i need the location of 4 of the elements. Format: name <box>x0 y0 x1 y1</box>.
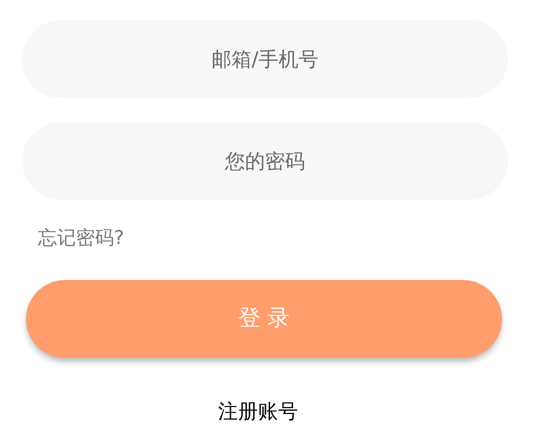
forgot-password-link[interactable]: 忘记密码? <box>38 224 124 252</box>
input-field[interactable]: 您的密码 <box>22 122 508 200</box>
input-field[interactable]: 邮箱/手机号 <box>22 20 508 98</box>
register-link[interactable]: 注册账号 <box>218 396 298 426</box>
